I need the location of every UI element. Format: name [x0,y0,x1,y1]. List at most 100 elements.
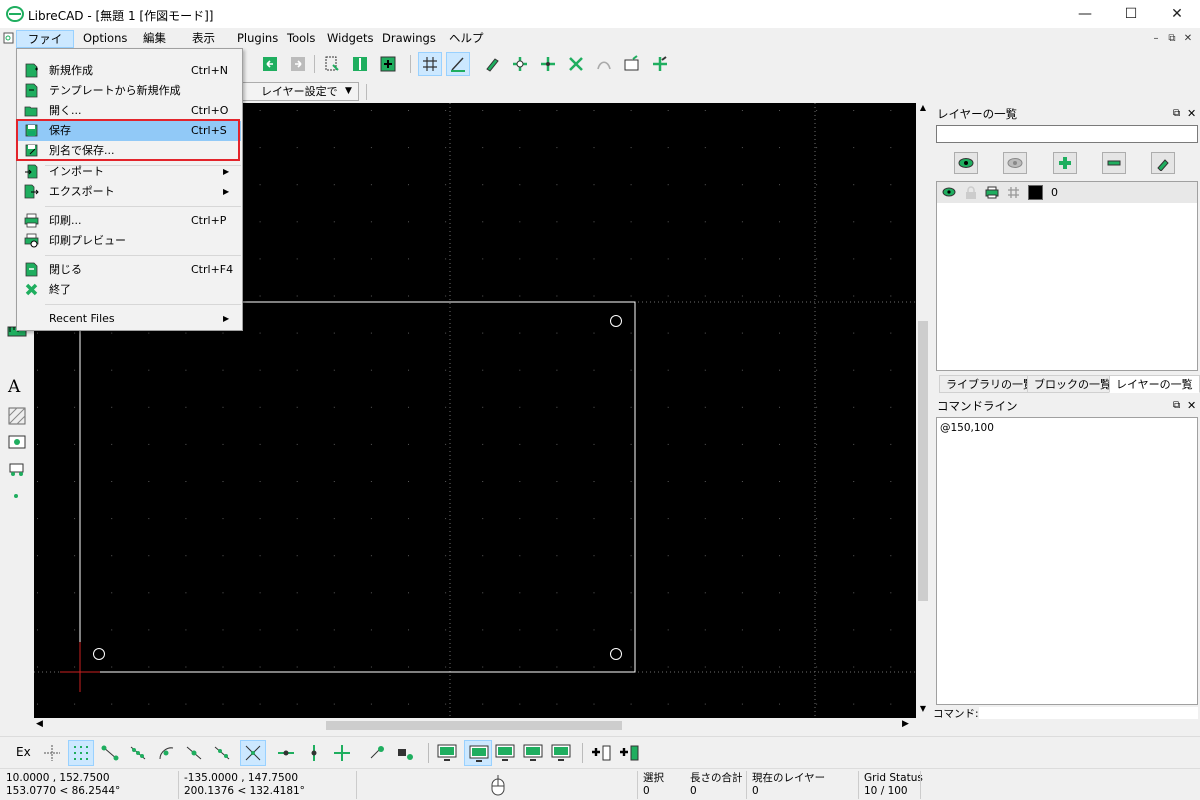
relative-zero-icon[interactable] [368,743,388,763]
mdi-restore-button[interactable]: ⧉ [1164,30,1180,46]
layer-row[interactable]: 0 [937,182,1197,203]
layer-lock-icon[interactable] [965,186,977,199]
add-plot-icon[interactable] [590,743,612,763]
edit-layer-button[interactable] [1151,152,1175,174]
menu-view[interactable]: 表示 [186,30,221,48]
close-button[interactable]: ✕ [1154,0,1200,28]
block-tool-icon[interactable] [8,461,26,477]
chevron-down-icon: ▼ [345,86,352,96]
layer-list[interactable]: 0 [936,181,1198,371]
redo-button[interactable] [286,52,310,76]
snap-grid-button[interactable] [68,740,94,766]
mdi-minimize-button[interactable]: – [1148,30,1164,46]
point-tool-icon[interactable] [14,494,18,498]
menu-tools[interactable]: Tools [281,30,321,48]
monitor-icon[interactable] [522,743,544,763]
horizontal-scroll-thumb[interactable] [326,721,622,730]
snap-endpoint-icon[interactable] [100,743,120,763]
menu-edit[interactable]: 編集 [137,30,172,48]
layer-filter-input[interactable] [936,125,1198,143]
snap-middle-icon[interactable] [184,743,204,763]
restrict-vertical-icon[interactable] [304,743,324,763]
add-plot-green-icon[interactable] [618,743,640,763]
zoom-out-button[interactable] [536,52,560,76]
show-all-layers-button[interactable] [954,152,978,174]
zoom-pan-button[interactable] [648,52,672,76]
scroll-down-icon[interactable]: ▼ [916,704,930,718]
grid-toggle-button[interactable] [418,52,442,76]
menu-options[interactable]: Options [77,30,133,48]
zoom-window-button[interactable] [620,52,644,76]
snap-on-entity-icon[interactable] [128,743,148,763]
undo-button[interactable] [258,52,282,76]
command-input[interactable] [979,707,1198,719]
scroll-right-icon[interactable]: ▶ [902,719,909,729]
text-tool-icon[interactable]: A [8,377,20,397]
draft-mode-button[interactable] [446,52,470,76]
monitor-icon[interactable] [494,743,516,763]
menu-item-recent-files[interactable]: Recent Files ▶ [18,309,241,329]
hatch-icon[interactable] [8,407,26,425]
vertical-scrollbar[interactable]: ▲ ▼ [916,103,930,718]
redraw-button[interactable] [480,52,504,76]
menu-item-print[interactable]: 印刷... Ctrl+P [18,211,241,231]
menu-item-new[interactable]: 新規作成 Ctrl+N [18,61,241,81]
float-icon[interactable]: ⧉ [1173,397,1180,415]
coord-absolute-polar: 153.0770 < 86.2544° [6,785,121,797]
snap-distance-icon[interactable] [212,743,232,763]
document-icon[interactable] [3,32,15,44]
select-window-button[interactable] [320,52,344,76]
vertical-scroll-thumb[interactable] [918,321,928,601]
tab-library[interactable]: ライブラリの一覧 [939,375,1041,393]
open-folder-icon [24,106,38,117]
maximize-button[interactable]: ☐ [1108,0,1154,28]
snap-intersection-button[interactable] [240,740,266,766]
remove-layer-button[interactable] [1102,152,1126,174]
layer-construction-icon[interactable] [1007,186,1020,199]
menu-widgets[interactable]: Widgets [321,30,380,48]
zoom-in-button[interactable] [508,52,532,76]
minimize-button[interactable]: — [1062,0,1108,28]
snap-exclusive-label[interactable]: Ex [16,745,31,759]
menu-item-export[interactable]: エクスポート ▶ [18,182,241,202]
menu-plugins[interactable]: Plugins [231,30,284,48]
monitor-icon[interactable] [550,743,572,763]
image-icon[interactable] [8,433,26,449]
tab-blocks[interactable]: ブロックの一覧 [1027,375,1118,393]
add-block-button[interactable] [376,52,400,76]
snap-center-icon[interactable] [156,743,176,763]
tab-layers[interactable]: レイヤーの一覧 [1109,375,1200,393]
menu-item-import[interactable]: インポート ▶ [18,162,241,182]
hide-all-layers-button[interactable] [1003,152,1027,174]
zoom-auto-button[interactable] [564,52,588,76]
layer-print-icon[interactable] [985,186,999,199]
restrict-orthogonal-icon[interactable] [332,743,352,763]
close-icon[interactable]: ✕ [1187,105,1196,123]
horizontal-scrollbar[interactable]: ◀ ▶ [34,718,916,733]
menu-item-close[interactable]: 閉じる Ctrl+F4 [18,260,241,280]
restrict-horizontal-icon[interactable] [276,743,296,763]
close-icon[interactable]: ✕ [1187,397,1196,415]
scroll-up-icon[interactable]: ▲ [916,103,930,117]
menu-item-print-preview[interactable]: 印刷プレビュー [18,231,241,251]
menu-item-open[interactable]: 開く... Ctrl+O [18,101,241,121]
menu-item-new-from-template[interactable]: テンプレートから新規作成 [18,81,241,101]
menu-item-label: 終了 [49,283,71,296]
line-type-combo[interactable]: レイヤー設定で ▼ [242,82,359,101]
menu-drawings[interactable]: Drawings [376,30,442,48]
lock-relative-zero-icon[interactable] [396,743,416,763]
mdi-close-button[interactable]: ✕ [1180,30,1196,46]
add-layer-button[interactable] [1053,152,1077,174]
scroll-left-icon[interactable]: ◀ [36,719,43,729]
zoom-previous-button[interactable] [592,52,616,76]
snap-free-icon[interactable] [42,743,62,763]
menu-file[interactable]: ファイル [16,30,74,63]
layer-visible-icon[interactable] [942,187,956,197]
layer-color-swatch[interactable] [1028,185,1043,200]
menu-help[interactable]: ヘルプ [443,30,490,48]
two-panes-button[interactable] [348,52,372,76]
monitor-active-button[interactable] [464,740,492,766]
float-icon[interactable]: ⧉ [1173,105,1180,123]
monitor-icon[interactable] [436,743,458,763]
menu-item-quit[interactable]: 終了 [18,280,241,300]
